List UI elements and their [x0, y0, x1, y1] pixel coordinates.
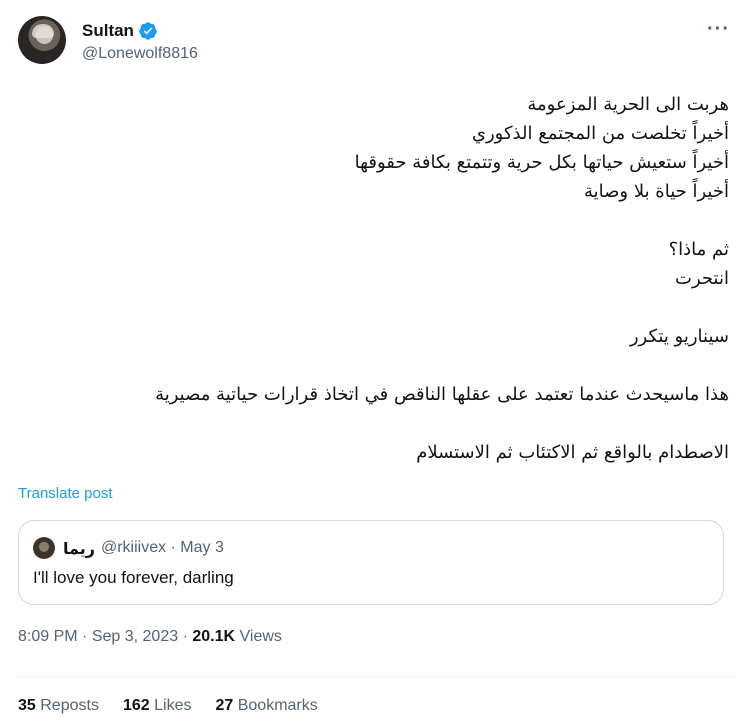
- more-icon[interactable]: ···: [707, 18, 730, 41]
- post-line: أخيراً حياة بلا وصاية: [583, 181, 729, 202]
- reposts-label: Reposts: [40, 697, 99, 714]
- meta-separator: ·: [82, 628, 92, 645]
- bookmarks-stat[interactable]: 27 Bookmarks: [215, 697, 317, 715]
- post-text: هربت الى الحرية المزعومة أخيراً تخلصت من…: [29, 90, 729, 467]
- post-spacer: [29, 206, 729, 235]
- post-spacer: [29, 293, 729, 322]
- likes-stat[interactable]: 162 Likes: [123, 697, 192, 715]
- post-spacer: [29, 351, 729, 380]
- display-name[interactable]: Sultan: [82, 21, 134, 41]
- verified-badge-icon: [138, 21, 158, 41]
- post-line: انتحرت: [675, 268, 729, 289]
- post-spacer: [29, 409, 729, 438]
- meta-separator: ·: [182, 628, 193, 645]
- quoted-name: ريما: [63, 538, 95, 558]
- quoted-post[interactable]: ريما @rkiiivex · May 3 I'll love you for…: [18, 520, 724, 605]
- quoted-header: ريما @rkiiivex · May 3: [63, 537, 224, 559]
- post-time[interactable]: 8:09 PM: [18, 628, 78, 645]
- quoted-text: I'll love you forever, darling: [33, 568, 234, 587]
- reposts-count: 35: [18, 697, 36, 714]
- post-line: أخيراً ستعيش حياتها بكل حرية وتتمتع بكاف…: [354, 152, 729, 173]
- quoted-meta: @rkiiivex · May 3: [100, 539, 224, 556]
- author-handle[interactable]: @Lonewolf8816: [82, 45, 198, 63]
- views-count: 20.1K: [192, 628, 236, 645]
- post-line: أخيراً تخلصت من المجتمع الذكوري: [471, 123, 729, 144]
- post-header: Sultan @Lonewolf8816 ···: [18, 16, 734, 68]
- reposts-stat[interactable]: 35 Reposts: [18, 697, 99, 715]
- engagement-stats: 35 Reposts 162 Likes 27 Bookmarks: [18, 697, 318, 715]
- divider: [18, 676, 734, 677]
- avatar[interactable]: [18, 16, 66, 64]
- bookmarks-label: Bookmarks: [237, 697, 318, 714]
- views-label: Views: [239, 628, 282, 645]
- post-line: هذا ماسيحدث عندما تعتمد على عقلها الناقص…: [155, 384, 729, 405]
- post-line: هربت الى الحرية المزعومة: [527, 94, 729, 115]
- post-date[interactable]: Sep 3, 2023: [92, 628, 178, 645]
- post-meta: 8:09 PM · Sep 3, 2023 · 20.1K Views: [18, 628, 282, 646]
- likes-count: 162: [122, 697, 150, 714]
- author-name-row: Sultan: [82, 19, 158, 43]
- bookmarks-count: 27: [215, 697, 234, 714]
- post-line: سيناريو يتكرر: [629, 326, 729, 347]
- likes-label: Likes: [154, 697, 192, 714]
- post-line: ثم ماذا؟: [668, 239, 729, 260]
- post-line: الاصطدام بالواقع ثم الاكتئاب ثم الاستسلا…: [416, 442, 729, 463]
- translate-post-link[interactable]: Translate post: [18, 485, 113, 502]
- quoted-avatar: [33, 537, 55, 559]
